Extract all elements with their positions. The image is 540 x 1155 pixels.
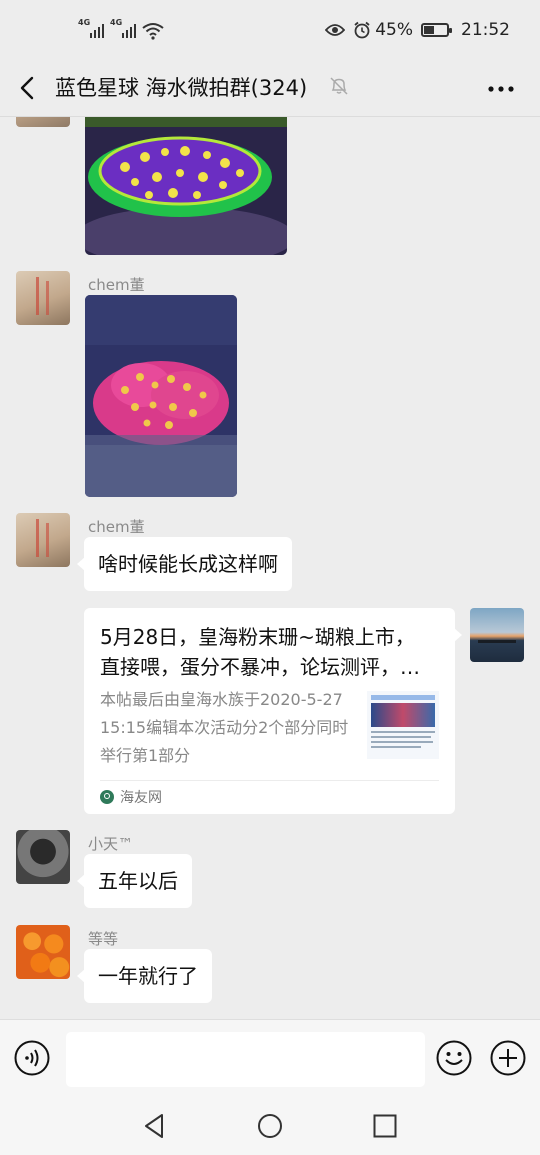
sender-name: 等等 [88,930,119,948]
network-type-label: 4G [110,18,123,27]
nav-back-icon[interactable] [140,1111,170,1141]
status-right: 45% 21:52 [325,20,510,40]
text-message-bubble[interactable]: 五年以后 [77,854,192,908]
battery-percent: 45% [375,20,413,40]
source-name: 海友网 [120,790,162,806]
image-message[interactable] [85,295,237,497]
divider [100,780,439,781]
mute-bell-icon [330,77,348,95]
link-card-description: 本帖最后由皇海水族于2020-5-2715:15编辑本次活动分2个部分同时举行第… [100,690,349,765]
clock-time: 21:52 [461,20,510,40]
message-input[interactable] [66,1032,425,1087]
message-list[interactable]: chem董 chem董 啥时候能长成这样啊 5月28日，皇海粉末珊~瑚粮上市，直… [0,117,540,1019]
avatar[interactable] [16,117,70,127]
source-app-icon [100,790,114,804]
alarm-icon [354,21,370,39]
sender-name: 小天™ [88,835,134,853]
coral-photo [85,295,237,497]
system-navigation-bar [0,1099,540,1155]
back-arrow-icon[interactable] [14,70,42,106]
link-card-message[interactable]: 5月28日，皇海粉末珊~瑚粮上市，直接喂，蛋分不暴冲，论坛测评，赠送满额免单 本… [84,608,462,814]
avatar[interactable] [16,271,70,325]
plus-icon[interactable] [490,1040,526,1076]
status-bar: 4G 4G 45% 21:52 [0,0,540,62]
chat-header: 蓝色星球 海水微拍群(324) [0,62,540,117]
own-avatar[interactable] [470,608,524,662]
link-card-title: 5月28日，皇海粉末珊~瑚粮上市，直接喂，蛋分不暴冲，论坛测评，赠送满额免单 [100,625,420,679]
link-card-thumbnail [367,691,439,759]
input-bar [0,1019,540,1100]
image-message[interactable] [85,117,287,255]
coral-photo [85,117,287,255]
wifi-icon [142,23,164,40]
battery-icon [421,23,452,37]
eye-icon [325,24,346,36]
signal-indicators: 4G 4G [78,18,164,40]
nav-home-icon[interactable] [255,1111,285,1141]
emoji-icon[interactable] [436,1040,472,1076]
signal-icon: 4G [110,18,136,40]
text-message-bubble[interactable]: 啥时候能长成这样啊 [77,537,292,591]
text-message-bubble[interactable]: 一年就行了 [77,949,212,1003]
sender-name: chem董 [88,276,145,294]
nav-recents-icon[interactable] [370,1111,400,1141]
more-dots-icon[interactable] [486,74,516,104]
avatar[interactable] [16,830,70,884]
sender-name: chem董 [88,518,145,536]
link-card-source: 海友网 [100,787,162,807]
chat-title: 蓝色星球 海水微拍群(324) [55,76,308,100]
signal-icon: 4G [78,18,104,40]
network-type-label: 4G [78,18,91,27]
avatar[interactable] [16,925,70,979]
avatar[interactable] [16,513,70,567]
voice-icon[interactable] [14,1040,50,1076]
